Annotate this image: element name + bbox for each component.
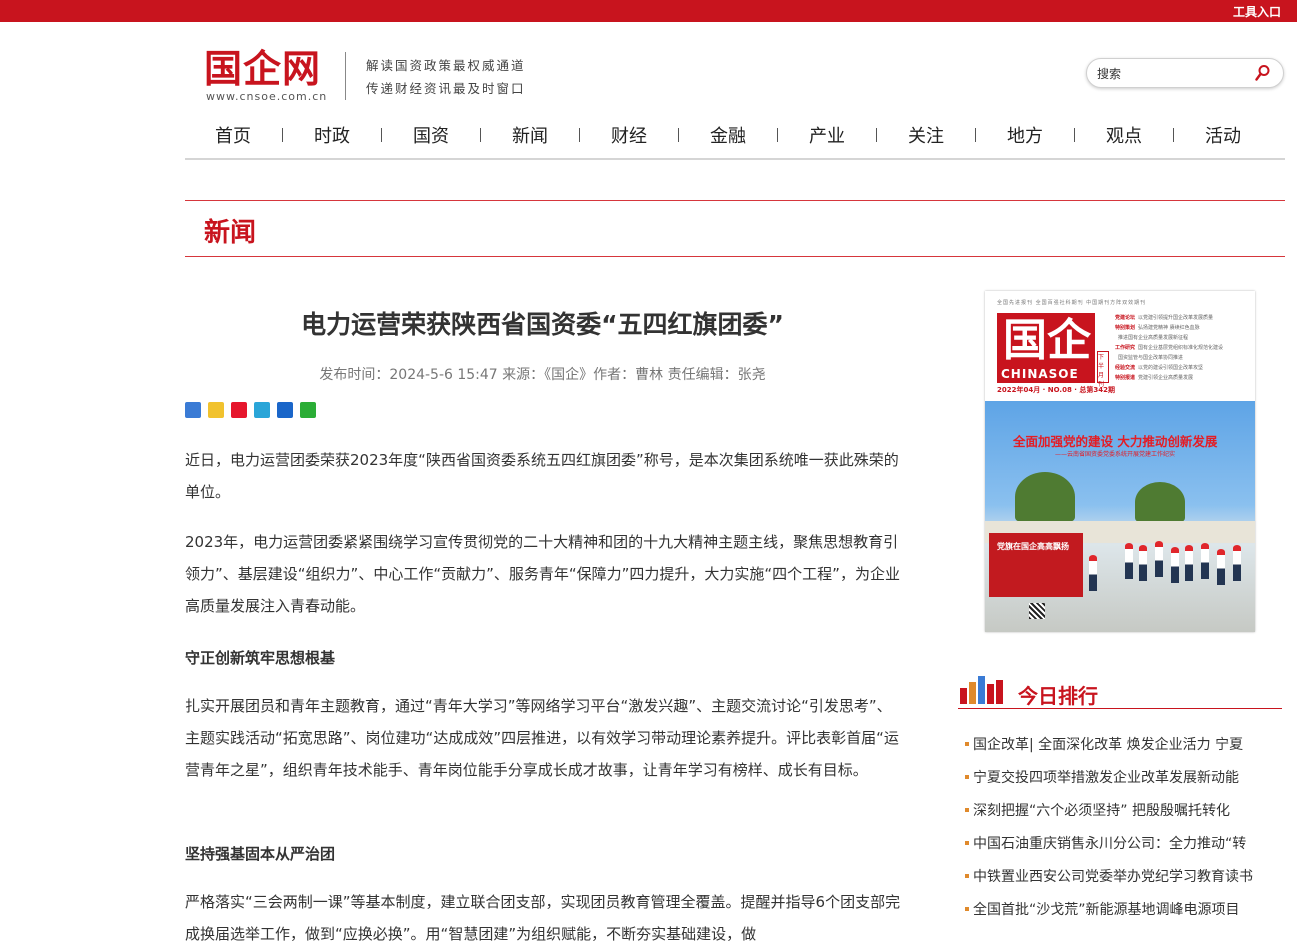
ranking-item[interactable]: 中国石油重庆销售永川分公司：全力推动“转 bbox=[965, 833, 1280, 855]
article-title: 电力运营荣获陕西省国资委“五四红旗团委” bbox=[301, 310, 784, 339]
nav-item-banking[interactable]: 金融 bbox=[680, 122, 776, 148]
top-bar: 工具入口 bbox=[0, 0, 1297, 22]
article-paragraph: 2023年，电力运营团委紧紧围绕学习宣传贯彻党的二十大精神和团的十九大精神主题主… bbox=[185, 533, 900, 615]
section-bottom-line bbox=[185, 256, 1285, 257]
nav-separator bbox=[579, 128, 580, 142]
slogan-line-1: 解读国资政策最权威通道 bbox=[366, 58, 526, 73]
ranking-item[interactable]: 深刻把握“六个必须坚持” 把殷殷嘱托转化 bbox=[965, 800, 1280, 822]
person-figure bbox=[1125, 543, 1133, 579]
qr-code-icon bbox=[1029, 603, 1045, 619]
cover-toc-item: 党建论坛 以党建引领提升国企改革发展质量 bbox=[1115, 315, 1214, 321]
ranking-header: 今日排行 bbox=[958, 674, 1282, 709]
logo-text: 国企网 bbox=[204, 46, 322, 91]
tool-entry-link[interactable]: 工具入口 bbox=[1233, 3, 1281, 20]
person-figure bbox=[1089, 555, 1097, 591]
cover-toc: 党建论坛 以党建引领提升国企改革发展质量 特别策划 弘扬建党精神 赓续红色血脉 推进… bbox=[1115, 313, 1249, 383]
nav-item-politics[interactable]: 时政 bbox=[284, 122, 380, 148]
tree-graphic bbox=[1135, 482, 1185, 522]
cover-headline: 全面加强党的建设 大力推动创新发展 bbox=[1013, 434, 1218, 449]
site-logo[interactable]: 国企网 www.cnsoe.com.cn bbox=[204, 46, 336, 106]
cover-photo: 全面加强党的建设 大力推动创新发展 ——云南省国资委党委系统开展党建工作纪实 党… bbox=[985, 401, 1255, 632]
logo-url: www.cnsoe.com.cn bbox=[206, 90, 328, 103]
qzone-icon[interactable] bbox=[208, 402, 224, 418]
nav-item-opinion[interactable]: 观点 bbox=[1076, 122, 1172, 148]
nav-separator bbox=[678, 128, 679, 142]
wechat-icon[interactable] bbox=[300, 402, 316, 418]
search-input[interactable] bbox=[1095, 63, 1249, 85]
bullet-icon bbox=[965, 907, 969, 911]
bar-chart-icon bbox=[958, 674, 1004, 706]
nav-separator bbox=[282, 128, 283, 142]
nav-item-finance[interactable]: 财经 bbox=[581, 122, 677, 148]
nav-separator bbox=[777, 128, 778, 142]
bullet-icon bbox=[965, 841, 969, 845]
renren-icon[interactable] bbox=[277, 402, 293, 418]
bullet-icon bbox=[965, 874, 969, 878]
nav-item-news[interactable]: 新闻 bbox=[482, 122, 578, 148]
search-box bbox=[1086, 58, 1284, 88]
nav-separator bbox=[876, 128, 877, 142]
person-figure bbox=[1139, 545, 1147, 581]
ranking-item[interactable]: 中铁置业西安公司党委举办党纪学习教育读书 bbox=[965, 866, 1280, 888]
article-paragraph: 扎实开展团员和青年主题教育，通过“青年大学习”等网络学习平台“激发兴趣”、主题交… bbox=[185, 697, 899, 779]
cover-logo: 国企 CHINASOE bbox=[997, 313, 1095, 383]
ranking-item[interactable]: 宁夏交投四项举措激发企业改革发展新动能 bbox=[965, 767, 1280, 789]
cover-subline: ——云南省国资委党委系统开展党建工作纪实 bbox=[1055, 451, 1176, 458]
nav-item-state-assets[interactable]: 国资 bbox=[383, 122, 479, 148]
nav-separator bbox=[1173, 128, 1174, 142]
red-board: 党旗在国企高高飘扬 bbox=[989, 533, 1083, 597]
person-figure bbox=[1185, 545, 1193, 581]
article-paragraph: 近日，电力运营团委荣获2023年度“陕西省国资委系统五四红旗团委”称号，是本次集… bbox=[185, 451, 899, 501]
cover-logo-en: CHINASOE bbox=[1001, 367, 1079, 381]
article-subheading: 坚持强基固本从严治团 bbox=[185, 845, 336, 863]
nav-separator bbox=[1074, 128, 1075, 142]
nav-item-home[interactable]: 首页 bbox=[185, 122, 281, 148]
cover-header: 全国先进报刊 全国百强社科期刊 中国期刊方阵双效期刊 国企 CHINASOE 下… bbox=[985, 291, 1255, 401]
article-meta: 发布时间：2024-5-6 15:47 来源：《国企》作者：曹林 责任编辑：张尧 bbox=[319, 367, 766, 383]
ranking-title: 今日排行 bbox=[1018, 684, 1098, 708]
article-subheading: 守正创新筑牢思想根基 bbox=[185, 649, 336, 667]
bullet-icon bbox=[965, 775, 969, 779]
magazine-cover[interactable]: 全国先进报刊 全国百强社科期刊 中国期刊方阵双效期刊 国企 CHINASOE 下… bbox=[985, 291, 1255, 632]
person-figure bbox=[1233, 545, 1241, 581]
cover-issue: 2022年04月 · NO.08 · 总第342期 bbox=[997, 386, 1115, 394]
person-figure bbox=[1171, 547, 1179, 583]
nav-item-events[interactable]: 活动 bbox=[1175, 122, 1271, 148]
nav-separator bbox=[480, 128, 481, 142]
person-figure bbox=[1217, 549, 1225, 585]
tencent-weibo-icon[interactable] bbox=[254, 402, 270, 418]
cover-toc-item: 国资监管与国企改革协同推进 bbox=[1118, 355, 1184, 361]
weibo-icon[interactable] bbox=[231, 402, 247, 418]
logo-divider bbox=[345, 52, 346, 100]
cover-half-month-tag: 下半月刊 bbox=[1097, 351, 1109, 388]
ranking-item[interactable]: 全国首批“沙戈荒”新能源基地调峰电源项目 bbox=[965, 899, 1280, 921]
bullet-icon bbox=[965, 808, 969, 812]
cover-topline: 全国先进报刊 全国百强社科期刊 中国期刊方阵双效期刊 bbox=[997, 300, 1147, 306]
board-text: 党旗在国企高高飘扬 bbox=[997, 542, 1069, 551]
cover-toc-item: 经验交流 以党的建设引领国企改革攻坚 bbox=[1115, 365, 1204, 371]
cover-logo-text: 国企 bbox=[1003, 315, 1091, 366]
ranking-item[interactable]: 国企改革| 全面深化改革 焕发企业活力 宁夏 bbox=[965, 734, 1280, 756]
cover-toc-item: 特别报道 党建引领企业高质量发展 bbox=[1115, 375, 1194, 381]
person-figure bbox=[1201, 543, 1209, 579]
person-figure bbox=[1155, 541, 1163, 577]
cover-toc-item: 工作研究 国有企业基层党组织标准化规范化建设 bbox=[1115, 345, 1224, 351]
section-top-line bbox=[185, 200, 1285, 201]
cover-toc-item: 推进国有企业高质量发展新征程 bbox=[1118, 335, 1189, 341]
slogan-line-2: 传递财经资讯最及时窗口 bbox=[366, 81, 526, 96]
nav-item-local[interactable]: 地方 bbox=[977, 122, 1073, 148]
nav-item-focus[interactable]: 关注 bbox=[878, 122, 974, 148]
share-more-icon[interactable] bbox=[185, 402, 201, 418]
search-icon[interactable] bbox=[1255, 64, 1271, 82]
cover-toc-item: 特别策划 弘扬建党精神 赓续红色血脉 bbox=[1115, 325, 1200, 331]
main-nav: 首页 时政 国资 新闻 财经 金融 产业 关注 地方 观点 活动 bbox=[185, 118, 1285, 160]
nav-item-industry[interactable]: 产业 bbox=[779, 122, 875, 148]
tree-graphic bbox=[1015, 472, 1075, 522]
nav-separator bbox=[381, 128, 382, 142]
nav-separator bbox=[975, 128, 976, 142]
section-title: 新闻 bbox=[204, 218, 257, 248]
bullet-icon bbox=[965, 742, 969, 746]
article-paragraph: 严格落实“三会两制一课”等基本制度，建立联合团支部，实现团员教育管理全覆盖。提醒… bbox=[185, 893, 901, 943]
